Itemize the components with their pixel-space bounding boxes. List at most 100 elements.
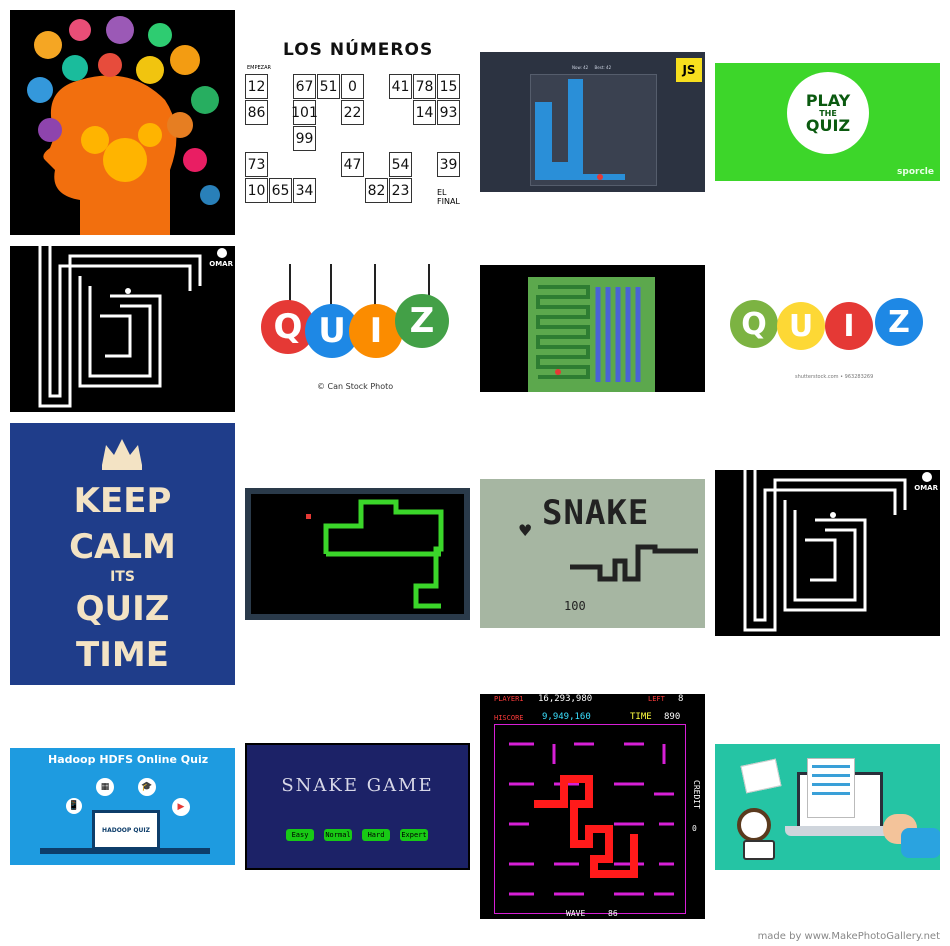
nibbler-left-value: 8: [678, 694, 684, 704]
snake-lcd-snake: [570, 544, 698, 582]
numeros-cell: 12: [245, 74, 268, 99]
numeros-cell: 54: [389, 152, 412, 177]
shutterstock-credit: shutterstock.com • 963283269: [795, 374, 874, 380]
play-quiz-line3: QUIZ: [805, 115, 851, 135]
coffee-cup-icon: [737, 808, 771, 842]
numeros-cell: 73: [245, 152, 268, 177]
nibbler-wave-label: WAVE: [566, 909, 586, 918]
hadoop-quiz-image[interactable]: Hadoop HDFS Online Quiz HADOOP QUIZ 📱 ▦ …: [10, 748, 235, 865]
numeros-cell: 67: [293, 74, 316, 99]
heart-icon: ♥: [518, 521, 533, 540]
nibbler-maze: [509, 742, 674, 896]
maze-2-logo-icon: [922, 472, 932, 482]
numeros-cell: 78: [413, 74, 436, 99]
numeros-cell: 99: [293, 126, 316, 151]
maze-logo: OMAR: [209, 260, 233, 268]
snake-green-snake: [536, 285, 641, 382]
normal-button[interactable]: Normal: [324, 829, 352, 841]
hadoop-desk: [40, 848, 210, 854]
js-badge: JS: [676, 58, 702, 82]
numeros-cell: 34: [293, 178, 316, 203]
snake-game-menu-image[interactable]: SNAKE GAME Easy Normal Hard Expert: [245, 743, 470, 870]
play-quiz-image[interactable]: PLAY THE QUIZ sporcle: [715, 63, 940, 181]
play-quiz-line1: PLAY: [805, 90, 851, 110]
nibbler-credit-label: CREDIT: [692, 780, 701, 809]
notebook-icon: [740, 758, 782, 794]
numeros-end-label: EL FINAL: [437, 188, 460, 206]
quiz-doodle-image[interactable]: Q U I Z shutterstock.com • 963283269: [715, 270, 940, 385]
snake-game-panel: [247, 745, 468, 868]
maze-image[interactable]: OMAR: [10, 246, 235, 412]
quiz-bubbles-image[interactable]: Q U I Z © Can Stock Photo: [245, 264, 470, 394]
nibbler-credit-value: 0: [692, 824, 697, 833]
numeros-cell: 39: [437, 152, 460, 177]
footer-credit: made by www.MakePhotoGallery.net: [757, 931, 940, 942]
nibbler-player-score: 16,293,980: [538, 694, 593, 704]
phone-icon: 📱: [66, 798, 82, 814]
maze-2-paths: [743, 470, 907, 632]
laptop-base: [785, 826, 891, 836]
easy-button[interactable]: Easy: [286, 829, 314, 841]
keep-calm-line4: QUIZ: [75, 589, 170, 629]
snake-game-title: SNAKE GAME: [281, 775, 434, 796]
snake-lcd-score: 100: [564, 599, 586, 613]
numeros-cell: 14: [413, 100, 436, 125]
doodle-bubble-u: U: [777, 302, 825, 350]
expert-button[interactable]: Expert: [400, 829, 428, 841]
quiz-bubble-i: I: [349, 304, 403, 358]
numeros-cell: 41: [389, 74, 412, 99]
maze-paths: [38, 246, 202, 408]
numeros-cell: 101: [291, 100, 318, 125]
nibbler-image[interactable]: PLAYER1 16,293,980 LEFT 8 HISCORE 9,949,…: [480, 694, 705, 919]
laptop-desk-image[interactable]: [715, 744, 940, 870]
snake-js-image[interactable]: Now: 42 Best: 42 JS JS: [480, 52, 705, 192]
numeros-cell: 10: [245, 178, 268, 203]
hadoop-title: Hadoop HDFS Online Quiz: [48, 753, 209, 766]
keep-calm-image[interactable]: KEEP CALM ITS QUIZ TIME: [10, 423, 235, 685]
head-silhouette-icon: [27, 16, 220, 235]
numeros-cell: 22: [341, 100, 364, 125]
snake-black-image[interactable]: [245, 488, 470, 620]
numeros-cell: 65: [269, 178, 292, 203]
numeros-cell: 82: [365, 178, 388, 203]
numeros-cell: 47: [341, 152, 364, 177]
snake-lcd-title: SNAKE: [542, 493, 650, 533]
sleeve-icon: [901, 828, 940, 858]
numeros-start-label: EMPEZAR: [247, 65, 271, 71]
hard-button[interactable]: Hard: [362, 829, 390, 841]
snake-lcd-image[interactable]: SNAKE ♥ 100: [480, 479, 705, 628]
keep-calm-line5: TIME: [76, 635, 169, 675]
numeros-cell: 15: [437, 74, 460, 99]
nibbler-left-label: LEFT: [648, 695, 665, 703]
nibbler-time-label: TIME: [630, 712, 652, 722]
numeros-cell: 0: [341, 74, 364, 99]
numeros-cell: 93: [437, 100, 460, 125]
maze-logo-icon: [217, 248, 227, 258]
nibbler-hiscore-label: HISCORE: [494, 714, 524, 722]
snake-green-image[interactable]: [480, 265, 705, 392]
hadoop-screen: HADOOP QUIZ: [92, 810, 160, 850]
canstock-credit: © Can Stock Photo: [317, 382, 394, 391]
hadoop-screen-text: HADOOP QUIZ: [102, 826, 150, 834]
doodle-bubble-z: Z: [875, 298, 923, 346]
nibbler-player-label: PLAYER1: [494, 695, 524, 703]
quiz-bubble-z: Z: [395, 294, 449, 348]
numeros-cell: 51: [317, 74, 340, 99]
numeros-board-image[interactable]: LOS NÚMEROS EMPEZAR 12 67 51 0 41 78 15 86 101 22…: [245, 38, 470, 208]
numeros-grid: 12 67 51 0 41 78 15 86 101 22 14 93 99 73 47 54 39 10 65 34…: [245, 74, 465, 206]
snake-js-snake: [535, 79, 625, 180]
doodle-bubble-i: I: [825, 302, 873, 350]
keep-calm-line3: ITS: [110, 569, 135, 585]
graduation-icon: 🎓: [138, 778, 156, 796]
play-icon: ▶: [172, 798, 190, 816]
maze-2-image[interactable]: OMAR: [715, 470, 940, 636]
crown-icon: [98, 435, 146, 471]
numeros-cell: 86: [245, 100, 268, 125]
nibbler-wave-value: 86: [608, 909, 618, 918]
keep-calm-line2: CALM: [69, 527, 176, 567]
play-quiz-badge: PLAY THE QUIZ: [787, 72, 869, 154]
snake-js-food-icon: [597, 174, 603, 180]
snake-js-score: Now: 42 Best: 42: [572, 65, 612, 70]
nibbler-time-value: 890: [664, 712, 681, 722]
brain-icons-image[interactable]: [10, 10, 235, 235]
